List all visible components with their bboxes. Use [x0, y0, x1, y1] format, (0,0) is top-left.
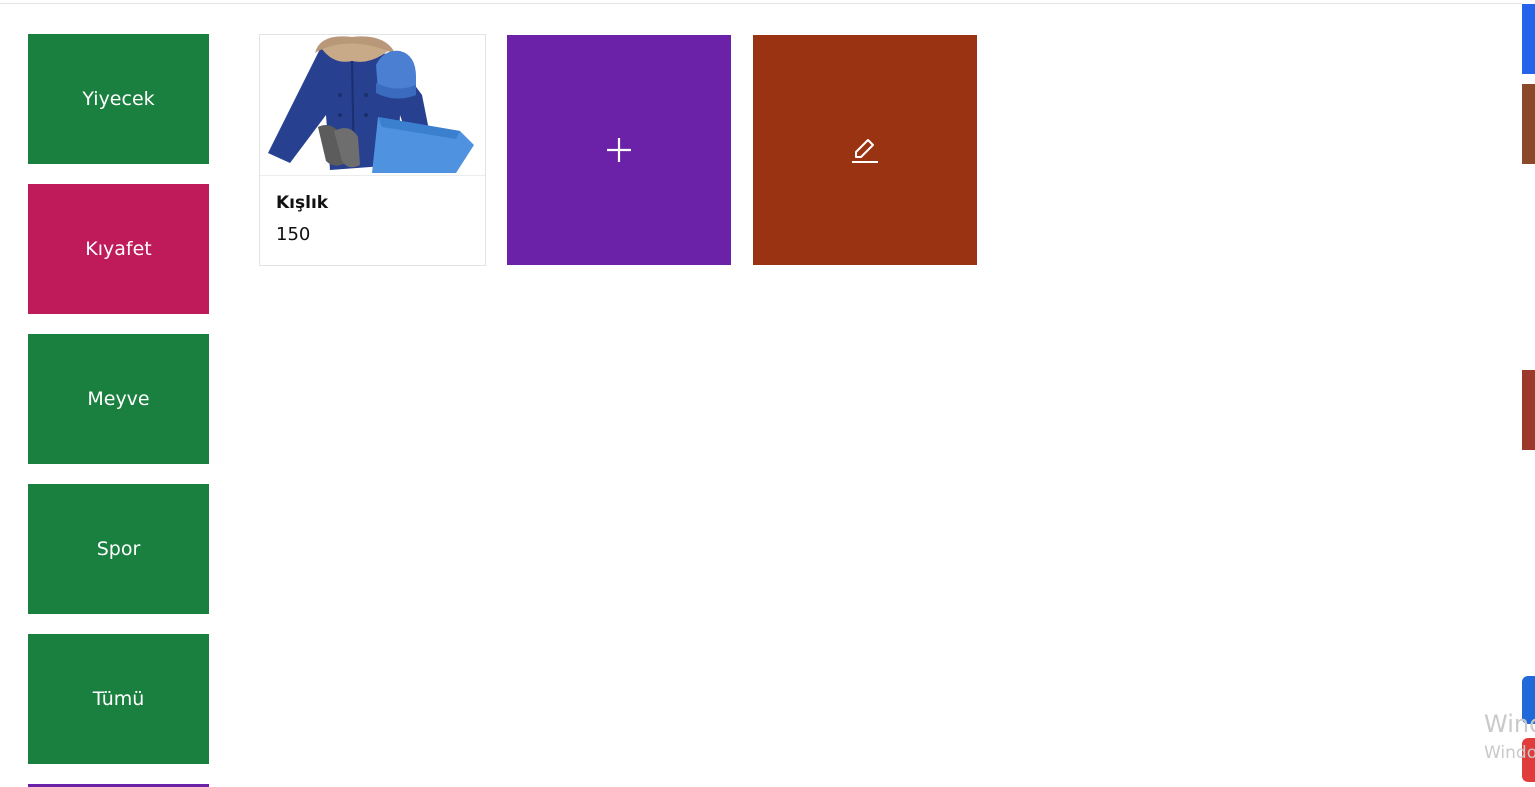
- category-yiyecek[interactable]: Yiyecek: [28, 34, 209, 164]
- category-tumu[interactable]: Tümü: [28, 634, 209, 764]
- edge-image-thumb[interactable]: [1522, 370, 1535, 450]
- product-name: Kışlık: [276, 193, 329, 213]
- category-label: Tümü: [92, 688, 145, 710]
- category-spor[interactable]: Spor: [28, 484, 209, 614]
- product-price: 150: [276, 224, 311, 245]
- top-divider: [0, 3, 1522, 4]
- product-card[interactable]: Kışlık 150: [259, 34, 486, 266]
- watermark-line2: Windo: [1484, 743, 1535, 763]
- category-label: Kıyafet: [85, 238, 152, 260]
- product-image: [260, 35, 485, 176]
- category-label: Spor: [96, 538, 141, 560]
- watermark-line1: Wind: [1484, 710, 1535, 738]
- category-label: Yiyecek: [82, 88, 155, 110]
- edge-image-thumb[interactable]: [1522, 84, 1535, 164]
- plus-icon: [607, 138, 631, 162]
- category-kiyafet[interactable]: Kıyafet: [28, 184, 209, 314]
- category-meyve[interactable]: Meyve: [28, 334, 209, 464]
- pencil-icon: [852, 139, 878, 163]
- edit-product-button[interactable]: [753, 35, 977, 265]
- category-label: Meyve: [87, 388, 150, 410]
- edge-panel-blue[interactable]: [1522, 4, 1535, 74]
- add-product-button[interactable]: [507, 35, 731, 265]
